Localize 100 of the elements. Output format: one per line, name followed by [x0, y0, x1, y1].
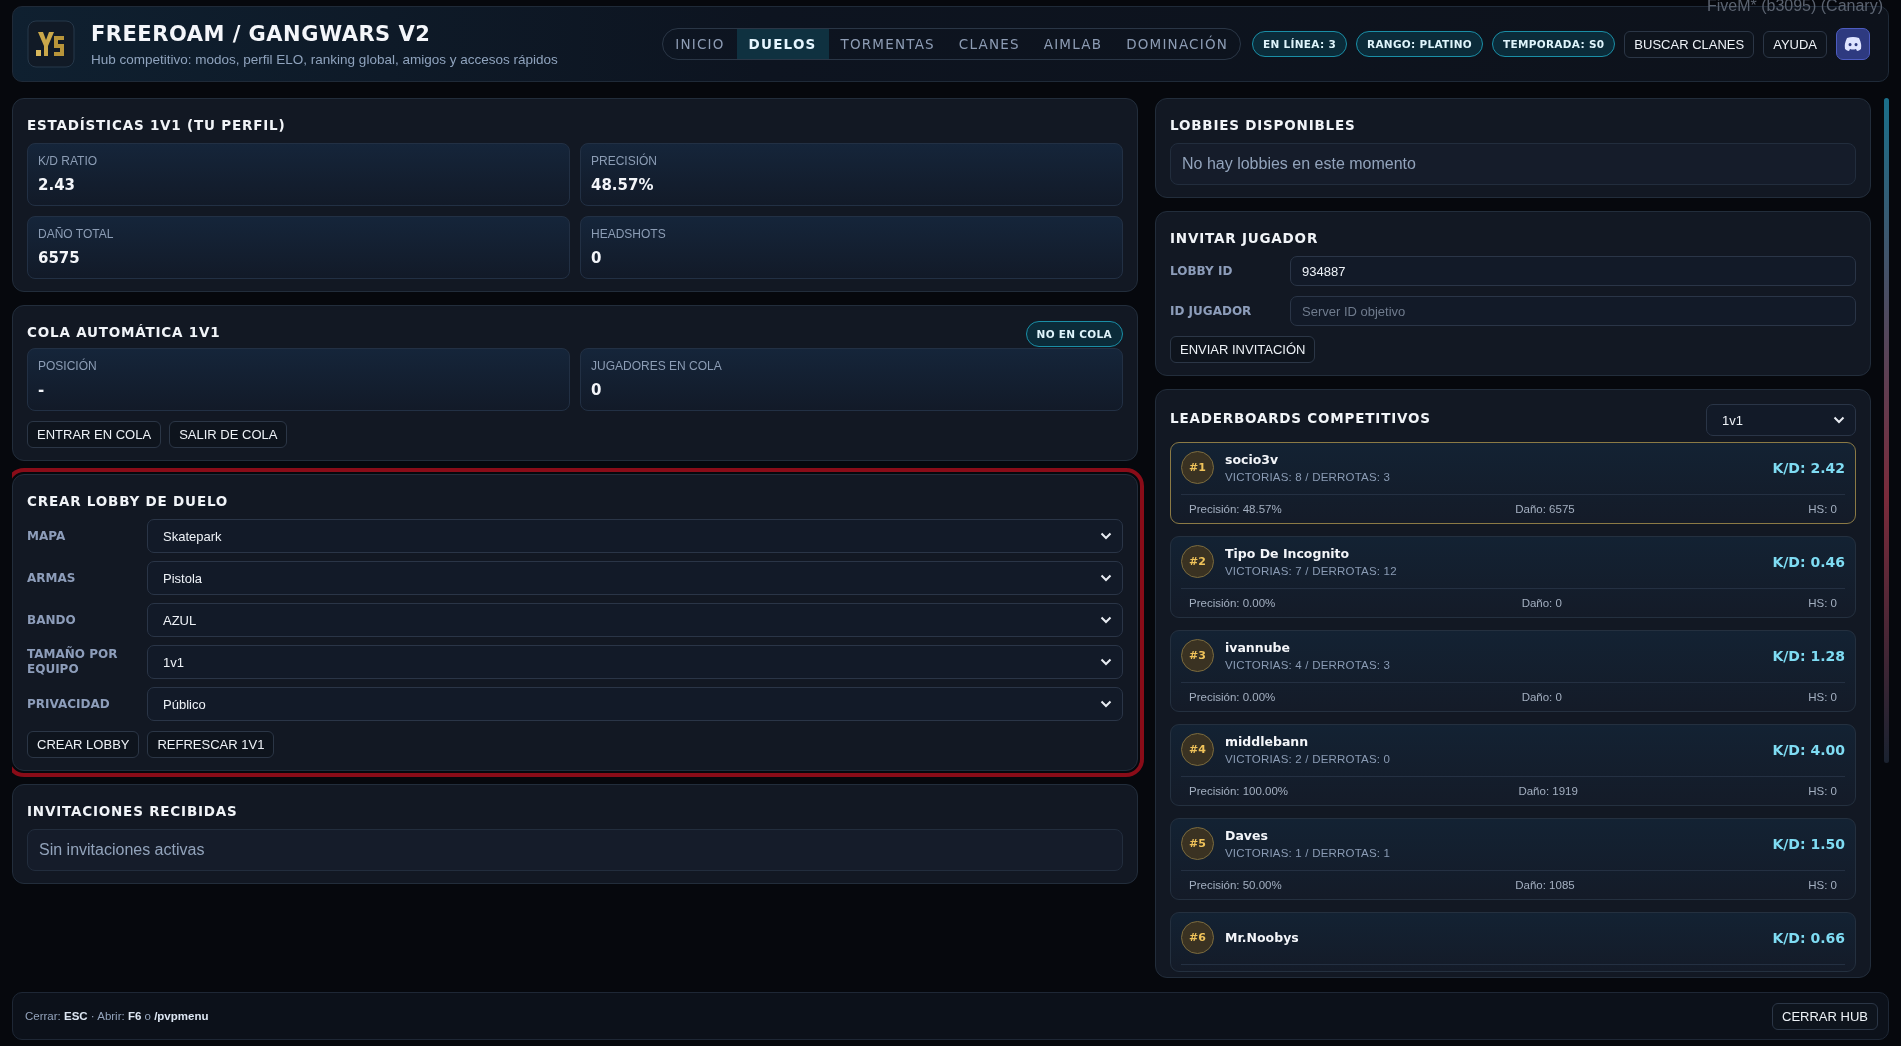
field-label: TAMAÑO POR EQUIPO — [27, 647, 119, 677]
stat-value: 6575 — [38, 249, 81, 267]
panel-title: CREAR LOBBY DE DUELO — [27, 493, 230, 509]
queue-button[interactable]: ENTRAR EN COLA — [27, 421, 162, 448]
stat-label: HEADSHOTS — [591, 227, 667, 241]
lobby-button[interactable]: REFRESCAR 1V1 — [147, 731, 275, 758]
rank-badge: #4 — [1181, 733, 1214, 766]
empty-message: No hay lobbies en este momento — [1170, 143, 1856, 185]
player-record: VICTORIAS: 8 / DERROTAS: 3 — [1225, 471, 1392, 483]
chevron-icon — [1833, 416, 1845, 424]
accuracy-text: Precisión: 100.00% — [1189, 785, 1289, 797]
panel-title: ESTADÍSTICAS 1V1 (TU PERFIL) — [27, 117, 287, 133]
damage-text: Daño: 1919 — [1518, 785, 1578, 797]
stat-value: 0 — [591, 249, 603, 267]
app-title: FREEROAM / GANGWARS V2 — [91, 21, 432, 46]
controller-icon — [1843, 36, 1863, 52]
stat-value: 2.43 — [38, 176, 76, 194]
accuracy-text: Precisión: 0.00% — [1189, 597, 1276, 609]
nav-tab[interactable]: INICIO — [663, 29, 737, 59]
app-subtitle: Hub competitivo: modos, perfil ELO, ranking global, amigos y accesos rápidos — [91, 51, 558, 67]
select-field[interactable]: Público — [147, 687, 1123, 721]
lobby-button[interactable]: CREAR LOBBY — [27, 731, 140, 758]
headshots-text: HS: 0 — [1808, 879, 1837, 891]
header-button[interactable]: BUSCAR CLANES — [1624, 30, 1755, 58]
close-hub-button[interactable]: CERRAR HUB — [1772, 1002, 1878, 1030]
field-label: PRIVACIDAD — [27, 696, 111, 712]
headshots-text: HS: 0 — [1808, 691, 1837, 703]
player-name: Daves — [1225, 828, 1269, 843]
kd-value: K/D: 4.00 — [1772, 741, 1845, 758]
player-record: VICTORIAS: 7 / DERROTAS: 12 — [1225, 565, 1398, 577]
field-label: ARMAS — [27, 570, 77, 586]
accuracy-text: Precisión: 0.00% — [1189, 691, 1276, 703]
kd-value: K/D: 1.50 — [1772, 835, 1845, 852]
select-field[interactable]: AZUL — [147, 603, 1123, 637]
panel-title: INVITACIONES RECIBIDAS — [27, 803, 239, 819]
headshots-text: HS: 0 — [1808, 503, 1837, 515]
stat-value: - — [38, 381, 46, 399]
player-name: Tipo De Incognito — [1225, 546, 1351, 561]
rank-badge: #2 — [1181, 545, 1214, 578]
stat-label: POSICIÓN — [38, 359, 98, 373]
stat-value: 48.57% — [591, 176, 655, 194]
stat-label: JUGADORES EN COLA — [591, 359, 723, 373]
stat-label: PRECISIÓN — [591, 154, 658, 168]
player-name: Mr.Noobys — [1225, 930, 1300, 945]
chevron-icon — [1100, 574, 1112, 582]
kd-value: K/D: 0.46 — [1772, 553, 1845, 570]
stat-value: 0 — [591, 381, 603, 399]
invite-button[interactable]: ENVIAR INVITACIÓN — [1170, 336, 1316, 363]
nav-tab[interactable]: TORMENTAS — [828, 29, 947, 59]
nav-tab[interactable]: CLANES — [946, 29, 1032, 59]
panel-title: LOBBIES DISPONIBLES — [1170, 117, 1357, 133]
queue-status-badge: NO EN COLA — [1025, 321, 1123, 347]
scrollbar[interactable] — [1884, 98, 1889, 763]
player-record: VICTORIAS: 2 / DERROTAS: 0 — [1225, 753, 1392, 765]
stat-label: DAÑO TOTAL — [38, 227, 115, 241]
headshots-text: HS: 0 — [1808, 597, 1837, 609]
kd-value: K/D: 2.42 — [1772, 459, 1845, 476]
shortcut-hint: Cerrar: ESC · Abrir: F6 o /pvpmenu — [25, 1010, 209, 1022]
status-badge: RANGO: PLATINO — [1356, 31, 1484, 57]
empty-message: Sin invitaciones activas — [27, 829, 1123, 871]
damage-text: Daño: 0 — [1521, 691, 1562, 703]
panel-title: COLA AUTOMÁTICA 1V1 — [27, 324, 221, 340]
chevron-icon — [1100, 532, 1112, 540]
queue-button[interactable]: SALIR DE COLA — [169, 421, 288, 448]
status-badge: EN LÍNEA: 3 — [1252, 31, 1347, 57]
window-title: FiveM* (b3095) (Canary) — [1706, 0, 1883, 15]
mode-select[interactable]: 1v1 — [1706, 404, 1856, 436]
headshots-text: HS: 0 — [1808, 785, 1837, 797]
rank-badge: #6 — [1181, 921, 1214, 954]
chevron-icon — [1100, 616, 1112, 624]
damage-text: Daño: 1085 — [1515, 879, 1575, 891]
field-label: MAPA — [27, 528, 67, 544]
kd-value: K/D: 0.66 — [1772, 929, 1845, 946]
damage-text: Daño: 0 — [1521, 597, 1562, 609]
player-name: middlebann — [1225, 734, 1310, 749]
panel-title: LEADERBOARDS COMPETITIVOS — [1170, 410, 1431, 426]
stat-label: K/D RATIO — [38, 154, 99, 168]
nav-tab[interactable]: DUELOS — [736, 29, 829, 59]
accuracy-text: Precisión: 48.57% — [1189, 503, 1282, 515]
kd-value: K/D: 1.28 — [1772, 647, 1845, 664]
player-name: socio3v — [1225, 452, 1280, 467]
field-label: LOBBY ID — [1170, 263, 1234, 279]
logo-icon — [27, 20, 75, 68]
header-button[interactable]: AYUDA — [1763, 30, 1827, 58]
select-field[interactable]: 1v1 — [147, 645, 1123, 679]
input-field[interactable]: 934887 — [1290, 256, 1856, 286]
player-name: ivannube — [1225, 640, 1291, 655]
rank-badge: #1 — [1181, 451, 1214, 484]
damage-text: Daño: 6575 — [1515, 503, 1575, 515]
nav-tab[interactable]: AIMLAB — [1031, 29, 1115, 59]
community-button[interactable] — [1836, 28, 1870, 60]
status-badge: TEMPORADA: S0 — [1492, 31, 1616, 57]
nav-tab[interactable]: DOMINACIÓN — [1114, 29, 1241, 59]
select-field[interactable]: Pistola — [147, 561, 1123, 595]
player-record: VICTORIAS: 4 / DERROTAS: 3 — [1225, 659, 1392, 671]
select-field[interactable]: Skatepark — [147, 519, 1123, 553]
accuracy-text: Precisión: 50.00% — [1189, 879, 1282, 891]
input-field[interactable]: Server ID objetivo — [1290, 296, 1856, 326]
panel-title: INVITAR JUGADOR — [1170, 230, 1320, 246]
field-label: BANDO — [27, 612, 77, 628]
